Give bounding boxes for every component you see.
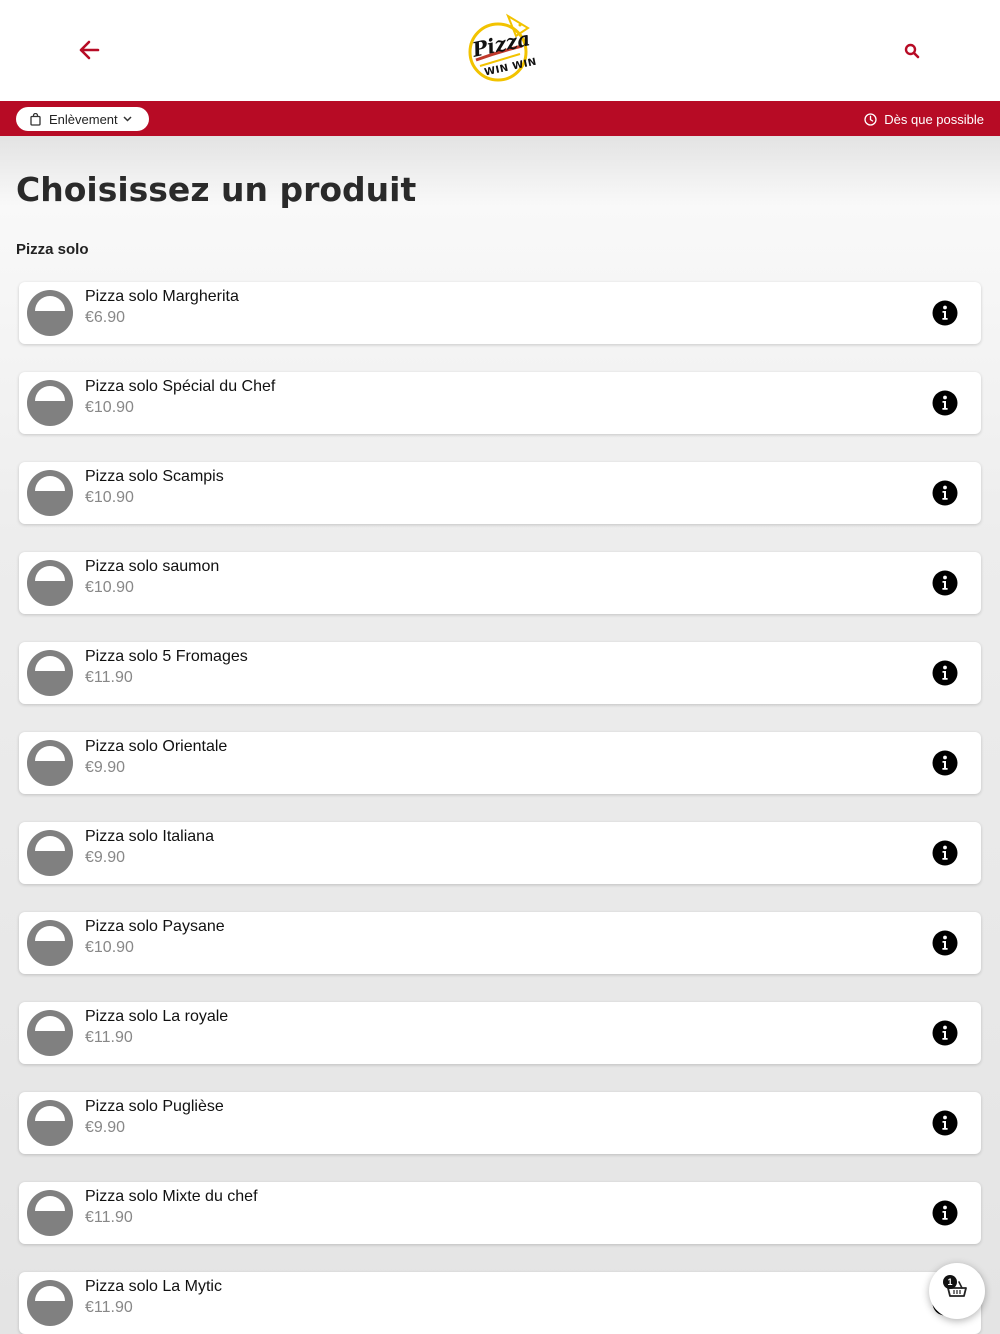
- info-icon[interactable]: [932, 1200, 958, 1226]
- order-options-bar: Enlèvement Dès que possible: [0, 101, 1000, 136]
- product-name: Pizza solo La royale: [85, 1008, 229, 1025]
- product-price: €10.90: [85, 399, 134, 416]
- product-thumbnail-icon: [27, 920, 73, 966]
- product-thumbnail-icon: [27, 560, 73, 606]
- app-header: Pizza WIN WIN: [0, 0, 1000, 101]
- product-card[interactable]: Pizza solo Scampis €10.90: [19, 462, 981, 524]
- timing-label: Dès que possible: [884, 111, 984, 127]
- chevron-down-icon: [123, 116, 132, 122]
- info-icon[interactable]: [932, 300, 958, 326]
- product-card[interactable]: Pizza solo La royale €11.90: [19, 1002, 981, 1064]
- product-card[interactable]: Pizza solo Spécial du Chef €10.90: [19, 372, 981, 434]
- product-price: €10.90: [85, 939, 134, 956]
- product-card[interactable]: Pizza solo Mixte du chef €11.90: [19, 1182, 981, 1244]
- brand-logo[interactable]: Pizza WIN WIN: [462, 10, 538, 90]
- basket-icon: [947, 1281, 967, 1297]
- product-card[interactable]: Pizza solo La Mytic €11.90: [19, 1272, 981, 1334]
- page-title: Choisissez un produit: [16, 170, 417, 209]
- product-price: €10.90: [85, 489, 134, 506]
- product-name: Pizza solo Orientale: [85, 738, 228, 755]
- product-thumbnail-icon: [27, 830, 73, 876]
- info-icon[interactable]: [932, 390, 958, 416]
- info-icon[interactable]: [932, 660, 958, 686]
- shopping-bag-icon: [30, 112, 41, 126]
- product-name: Pizza solo La Mytic: [85, 1278, 222, 1295]
- info-icon[interactable]: [932, 840, 958, 866]
- product-thumbnail-icon: [27, 290, 73, 336]
- product-thumbnail-icon: [27, 740, 73, 786]
- clock-icon: [864, 112, 877, 126]
- search-button[interactable]: [898, 37, 926, 65]
- product-card[interactable]: Pizza solo saumon €10.90: [19, 552, 981, 614]
- product-price: €6.90: [85, 309, 126, 326]
- product-price: €10.90: [85, 579, 134, 596]
- product-thumbnail-icon: [27, 1280, 73, 1326]
- product-name: Pizza solo saumon: [85, 558, 220, 575]
- pickup-mode-label: Enlèvement: [49, 111, 118, 127]
- product-price: €11.90: [85, 1299, 133, 1316]
- cart-button[interactable]: 1: [929, 1263, 985, 1319]
- product-card[interactable]: Pizza solo Puglièse €9.90: [19, 1092, 981, 1154]
- info-icon[interactable]: [932, 480, 958, 506]
- info-icon[interactable]: [932, 1020, 958, 1046]
- product-card[interactable]: Pizza solo Italiana €9.90: [19, 822, 981, 884]
- product-name: Pizza solo Margherita: [85, 288, 239, 305]
- product-name: Pizza solo Italiana: [85, 828, 214, 845]
- product-name: Pizza solo Scampis: [85, 468, 224, 485]
- product-card[interactable]: Pizza solo 5 Fromages €11.90: [19, 642, 981, 704]
- section-title: Pizza solo: [16, 241, 89, 258]
- product-price: €11.90: [85, 1029, 133, 1046]
- product-name: Pizza solo Puglièse: [85, 1098, 224, 1115]
- product-name: Pizza solo 5 Fromages: [85, 648, 248, 665]
- info-icon[interactable]: [932, 750, 958, 776]
- product-price: €9.90: [85, 1119, 126, 1136]
- product-card[interactable]: Pizza solo Orientale €9.90: [19, 732, 981, 794]
- info-icon[interactable]: [932, 1110, 958, 1136]
- info-icon[interactable]: [932, 930, 958, 956]
- product-thumbnail-icon: [27, 1100, 73, 1146]
- product-thumbnail-icon: [27, 470, 73, 516]
- product-price: €9.90: [85, 759, 126, 776]
- product-card[interactable]: Pizza solo Paysane €10.90: [19, 912, 981, 974]
- arrow-left-icon: [79, 40, 100, 60]
- product-name: Pizza solo Paysane: [85, 918, 225, 935]
- product-name: Pizza solo Spécial du Chef: [85, 378, 276, 395]
- product-thumbnail-icon: [27, 1190, 73, 1236]
- back-button[interactable]: [72, 33, 106, 67]
- product-thumbnail-icon: [27, 650, 73, 696]
- cart-count-badge: 1: [943, 1275, 957, 1289]
- timing-selector[interactable]: Dès que possible: [864, 109, 984, 129]
- product-price: €11.90: [85, 1209, 133, 1226]
- product-name: Pizza solo Mixte du chef: [85, 1188, 258, 1205]
- info-icon[interactable]: [932, 570, 958, 596]
- product-card[interactable]: Pizza solo Margherita €6.90: [19, 282, 981, 344]
- product-thumbnail-icon: [27, 380, 73, 426]
- pickup-mode-selector[interactable]: Enlèvement: [16, 107, 149, 131]
- search-icon: [904, 43, 920, 59]
- product-price: €9.90: [85, 849, 126, 866]
- product-thumbnail-icon: [27, 1010, 73, 1056]
- product-price: €11.90: [85, 669, 133, 686]
